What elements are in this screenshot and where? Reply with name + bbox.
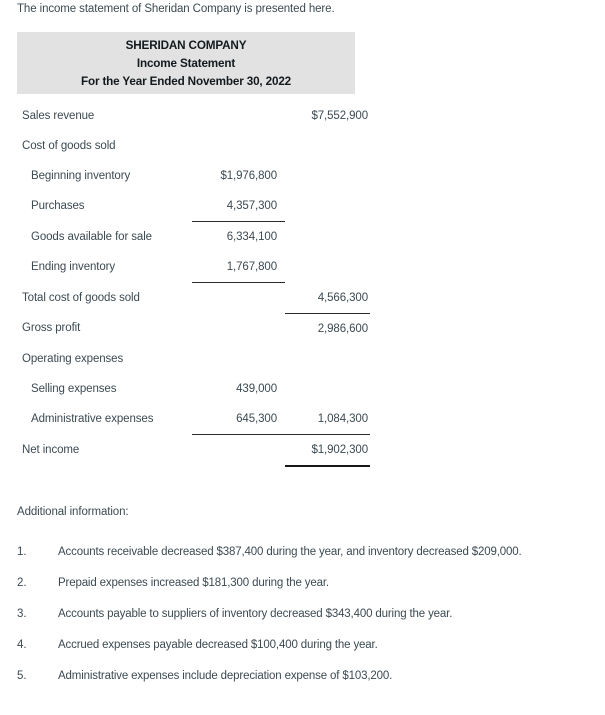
additional-information-title: Additional information:: [17, 506, 129, 518]
list-item-number: 3.: [17, 608, 27, 620]
row-label: Cost of goods sold: [22, 140, 116, 152]
row-amount-col1: 439,000: [236, 382, 277, 395]
row-label: Gross profit: [22, 322, 81, 335]
statement-title: Income Statement: [136, 56, 236, 70]
row-amount-col1: 645,300: [192, 403, 285, 435]
row-amount-col1: [192, 434, 285, 466]
row-amount-col2: [285, 161, 370, 191]
row-amount-col2: [285, 374, 370, 404]
row-amount-col2: 4,566,300: [285, 282, 370, 314]
table-row: Cost of goods sold: [17, 131, 370, 161]
row-amount-col1: 6,334,100: [226, 231, 277, 243]
table-row: Ending inventory 1,767,800: [17, 252, 370, 283]
row-label: Purchases: [31, 200, 85, 213]
list-item: 3. Accounts payable to suppliers of inven…: [17, 608, 592, 639]
list-item-number: 4.: [17, 639, 27, 651]
table-row: Total cost of goods sold 4,566,300: [17, 282, 370, 314]
list-item-number: 1.: [17, 546, 27, 558]
table-row: Operating expenses: [17, 344, 370, 374]
list-item-number: 2.: [17, 577, 27, 589]
list-item-text: Accounts payable to suppliers of invento…: [58, 608, 453, 620]
table-row: Net income $1,902,300: [17, 434, 370, 467]
row-label: Selling expenses: [31, 382, 117, 395]
table-row: Gross profit 2,986,600: [17, 313, 370, 344]
row-amount-col2: [285, 131, 370, 161]
table-row: Selling expenses 439,000: [17, 374, 370, 404]
list-item: 1. Accounts receivable decreased $387,400…: [17, 546, 592, 577]
list-item-text: Prepaid expenses increased $181,300 duri…: [58, 577, 329, 589]
row-label: Ending inventory: [31, 261, 116, 274]
row-label: Total cost of goods sold: [22, 291, 140, 304]
row-amount-col2: [285, 344, 370, 374]
additional-information-list: 1. Accounts receivable decreased $387,400…: [17, 546, 592, 701]
row-label: Sales revenue: [22, 110, 95, 122]
list-item: 2. Prepaid expenses increased $181,300 du…: [17, 577, 592, 608]
table-row: Sales revenue $7,552,900: [17, 101, 370, 131]
table-row: Beginning inventory $1,976,800: [17, 161, 370, 191]
list-item-number: 5.: [17, 670, 27, 682]
list-item-text: Accounts receivable decreased $387,400 d…: [58, 546, 522, 558]
row-label: Administrative expenses: [31, 412, 154, 425]
statement-company-name: SHERIDAN COMPANY: [125, 38, 247, 52]
statement-period: For the Year Ended November 30, 2022: [80, 74, 292, 88]
row-amount-col1: 4,357,300: [192, 191, 285, 222]
row-amount-col1: 1,767,800: [192, 252, 285, 283]
income-statement-table: Sales revenue $7,552,900 Cost of goods sol…: [17, 101, 370, 467]
table-row: Goods available for sale 6,334,100: [17, 222, 370, 253]
row-amount-col1: [192, 101, 285, 131]
row-amount-col1: [192, 313, 285, 344]
row-amount-col1: $1,976,800: [220, 170, 277, 182]
row-label: Net income: [22, 443, 80, 456]
row-amount-col2: [285, 222, 370, 253]
intro-text: The income statement of Sheridan Company…: [17, 3, 335, 15]
list-item-text: Administrative expenses include deprecia…: [58, 670, 393, 682]
row-amount-col2: [285, 191, 370, 222]
row-amount-col2: 1,084,300: [285, 403, 370, 435]
row-amount-col1: [192, 131, 285, 161]
income-statement-body: Sales revenue $7,552,900 Cost of goods sol…: [17, 101, 370, 467]
row-amount-col2: 2,986,600: [317, 322, 368, 335]
row-amount-col2: [285, 252, 370, 283]
list-item-text: Accrued expenses payable decreased $100,…: [58, 639, 378, 651]
row-amount-col2: $1,902,300: [285, 434, 370, 467]
list-item: 5. Administrative expenses include deprec…: [17, 670, 592, 701]
row-label: Goods available for sale: [31, 230, 152, 243]
table-row: Administrative expenses 645,300 1,084,300: [17, 403, 370, 435]
list-item: 4. Accrued expenses payable decreased $10…: [17, 639, 592, 670]
table-row: Purchases 4,357,300: [17, 191, 370, 222]
row-amount-col1: [192, 283, 285, 314]
row-amount-col2: $7,552,900: [311, 110, 368, 122]
row-label: Operating expenses: [22, 352, 124, 365]
row-amount-col1: [192, 344, 285, 374]
row-label: Beginning inventory: [31, 170, 131, 182]
statement-header-box: SHERIDAN COMPANY Income Statement For th…: [17, 32, 355, 94]
